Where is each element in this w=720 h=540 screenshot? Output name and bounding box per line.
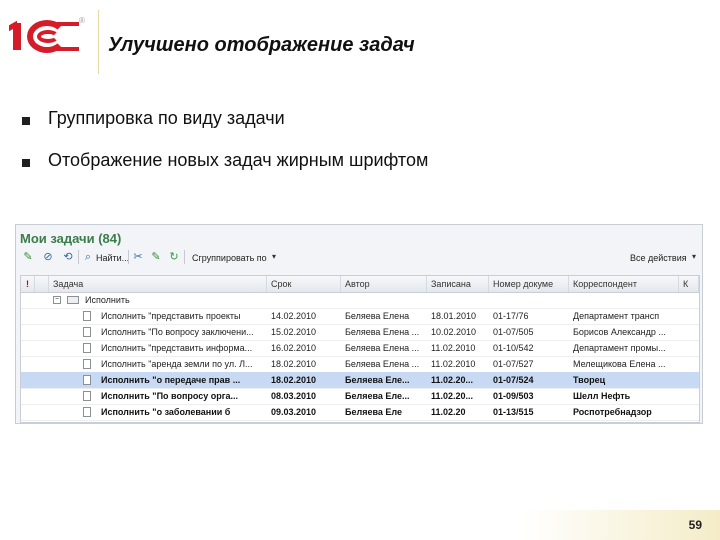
registered-mark: ® (79, 16, 85, 25)
cell-number: 01-17/76 (493, 311, 529, 321)
cell-author: Беляева Елена (345, 311, 410, 321)
importance-icon: ! (21, 276, 35, 292)
column-header-k[interactable]: К (679, 276, 699, 292)
refresh-icon[interactable]: ↻ (168, 251, 180, 263)
task-document-icon (83, 359, 91, 369)
table-row[interactable]: Исполнить "о передаче прав ... 18.02.2010… (21, 372, 699, 389)
cell-recorded: 10.02.2010 (431, 327, 477, 337)
cell-author: Беляева Еле... (345, 391, 410, 401)
table-row[interactable]: Исполнить "о заболевании б 09.03.2010 Беля… (21, 404, 699, 421)
task-document-icon (83, 311, 91, 321)
table-row[interactable]: Исполнить "аренда земли по ул. Л... 18.02… (21, 356, 699, 373)
mark-done-icon[interactable]: ⊘ (42, 251, 54, 263)
table-header: ! Задача Срок Автор Записана Номер докум… (21, 276, 699, 293)
column-header-due[interactable]: Срок (267, 276, 341, 292)
column-header-author[interactable]: Автор (341, 276, 427, 292)
table-row[interactable]: Исполнить "представить информа... 16.02.2… (21, 340, 699, 357)
edit-task-icon[interactable]: ✎ (150, 251, 162, 263)
cell-task: Исполнить "По вопросу орга... (101, 391, 239, 401)
chevron-down-icon[interactable]: ▾ (688, 251, 700, 263)
cell-author: Беляева Еле... (345, 375, 410, 385)
tasks-table: ! Задача Срок Автор Записана Номер докум… (20, 275, 700, 423)
cell-due: 08.03.2010 (271, 391, 317, 401)
cell-due: 14.02.2010 (271, 311, 317, 321)
group-label: Исполнить (85, 295, 130, 305)
cell-correspondent: Борисов Александр ... (573, 327, 666, 337)
cell-number: 01-09/503 (493, 391, 534, 401)
cell-correspondent: Роспотребнадзор (573, 407, 652, 417)
cell-recorded: 11.02.20... (431, 391, 474, 401)
column-header-task[interactable]: Задача (49, 276, 267, 292)
bullet-text-2: Отображение новых задач жирным шрифтом (48, 150, 429, 170)
cell-number: 01-07/527 (493, 359, 534, 369)
cell-author: Беляева Елена ... (345, 343, 420, 353)
cell-due: 09.03.2010 (271, 407, 317, 417)
task-document-icon (83, 375, 91, 385)
cell-task: Исполнить "представить проекты (101, 311, 241, 321)
table-row[interactable]: Исполнить "По вопросу орга... 08.03.2010 Б… (21, 388, 699, 405)
toolbar: ✎ ⊘ ⟲ ⌕ Найти... ✂ ✎ ↻ Сгруппировать по … (16, 247, 702, 267)
cell-number: 01-10/542 (493, 343, 534, 353)
tasks-window-title: Мои задачи (84) (20, 231, 122, 246)
column-header-number[interactable]: Номер докуме (489, 276, 569, 292)
group-icon (67, 296, 79, 304)
bullet-marker (22, 159, 30, 167)
toolbar-separator (128, 250, 129, 264)
toolbar-separator (184, 250, 185, 264)
cell-number: 01-07/505 (493, 327, 534, 337)
page-number: 59 (688, 518, 702, 532)
cell-author: Беляева Еле (345, 407, 402, 417)
refresh-nav-icon[interactable]: ⟲ (62, 251, 74, 263)
cell-task: Исполнить "аренда земли по ул. Л... (101, 359, 253, 369)
cell-correspondent: Мелещикова Елена ... (573, 359, 666, 369)
clear-search-icon[interactable]: ✂ (132, 251, 144, 263)
tasks-window: Мои задачи (84) ✎ ⊘ ⟲ ⌕ Найти... ✂ ✎ ↻ С… (15, 224, 703, 424)
cell-number: 01-07/524 (493, 375, 534, 385)
edit-icon[interactable]: ✎ (22, 251, 34, 263)
group-row[interactable]: − Исполнить (21, 292, 699, 309)
cell-due: 18.02.2010 (271, 375, 317, 385)
collapse-icon[interactable]: − (53, 296, 61, 304)
chevron-down-icon[interactable]: ▾ (268, 251, 280, 263)
attachment-column-icon (35, 276, 49, 292)
search-icon[interactable]: ⌕ (82, 251, 94, 263)
column-header-correspondent[interactable]: Корреспондент (569, 276, 679, 292)
task-document-icon (83, 407, 91, 417)
cell-due: 15.02.2010 (271, 327, 317, 337)
cell-recorded: 18.01.2010 (431, 311, 477, 321)
cell-task: Исполнить "о передаче прав ... (101, 375, 241, 385)
header-divider (98, 10, 99, 74)
cell-number: 01-13/515 (493, 407, 534, 417)
cell-task: Исполнить "о заболевании б (101, 407, 231, 417)
cell-recorded: 11.02.20... (431, 375, 474, 385)
task-document-icon (83, 391, 91, 401)
bullet-marker (22, 117, 30, 125)
cell-due: 16.02.2010 (271, 343, 317, 353)
cell-correspondent: Творец (573, 375, 606, 385)
toolbar-separator (78, 250, 79, 264)
bullet-text-1: Группировка по виду задачи (48, 108, 285, 128)
cell-due: 18.02.2010 (271, 359, 317, 369)
cell-recorded: 11.02.20 (431, 407, 466, 417)
task-document-icon (83, 327, 91, 337)
task-document-icon (83, 343, 91, 353)
group-by-button[interactable]: Сгруппировать по (192, 253, 267, 263)
cell-correspondent: Департамент промы... (573, 343, 666, 353)
cell-correspondent: Шелл Нефть (573, 391, 631, 401)
cell-author: Беляева Елена ... (345, 359, 420, 369)
cell-correspondent: Департамент трансп (573, 311, 660, 321)
column-header-recorded[interactable]: Записана (427, 276, 489, 292)
cell-author: Беляева Елена ... (345, 327, 420, 337)
find-button[interactable]: Найти... (96, 253, 129, 263)
slide-title: Улучшено отображение задач (108, 34, 415, 56)
cell-task: Исполнить "По вопросу заключени... (101, 327, 254, 337)
table-row[interactable]: Исполнить "По вопросу заключени... 15.02.… (21, 324, 699, 341)
cell-recorded: 11.02.2010 (431, 359, 476, 369)
table-row[interactable]: Исполнить "представить проекты 14.02.2010… (21, 308, 699, 325)
cell-task: Исполнить "представить информа... (101, 343, 253, 353)
cell-recorded: 11.02.2010 (431, 343, 476, 353)
all-actions-button[interactable]: Все действия (630, 253, 687, 263)
1c-logo: ® (9, 16, 85, 54)
